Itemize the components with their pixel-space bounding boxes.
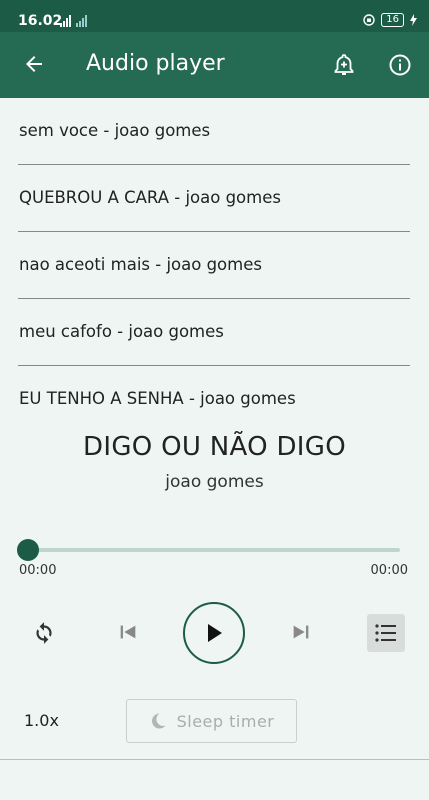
repeat-icon[interactable] (31, 620, 57, 646)
queue-button[interactable] (367, 614, 405, 652)
playlist-item[interactable]: sem voce - joao gomes (18, 98, 410, 165)
sleep-timer-label: Sleep timer (176, 711, 275, 731)
app-bar: Audio player (0, 32, 429, 98)
skip-previous-icon[interactable] (117, 621, 139, 643)
seek-thumb[interactable] (17, 539, 39, 561)
seek-bar[interactable] (28, 548, 400, 552)
current-time: 00:00 (19, 563, 57, 578)
page-title: Audio player (86, 51, 225, 76)
skip-next-icon[interactable] (290, 621, 312, 643)
playback-speed[interactable]: 1.0x (24, 711, 59, 730)
play-button[interactable] (183, 602, 245, 664)
playlist-item[interactable]: meu cafofo - joao gomes (18, 299, 410, 366)
divider (0, 759, 429, 760)
now-playing-title: DIGO OU NÃO DIGO (83, 432, 346, 462)
playlist-item[interactable]: EU TENHO A SENHA - joao gomes (18, 366, 410, 432)
playlist-item[interactable]: QUEBROU A CARA - joao gomes (18, 165, 410, 232)
signal-icon (60, 15, 90, 31)
play-icon (208, 624, 222, 642)
list-icon (375, 624, 396, 642)
status-time: 16.02 (18, 13, 63, 29)
now-playing-artist: joao gomes (165, 472, 264, 492)
sleep-timer-button[interactable]: Sleep timer (126, 699, 297, 743)
total-time: 00:00 (370, 563, 408, 578)
arrow-left-icon[interactable] (22, 52, 46, 76)
bell-plus-icon[interactable] (332, 53, 356, 77)
moon-icon (151, 713, 166, 729)
alarm-icon (363, 14, 375, 26)
playlist: sem voce - joao gomes QUEBROU A CARA - j… (18, 98, 410, 432)
info-icon[interactable] (388, 53, 412, 77)
battery-indicator: 16 (381, 13, 404, 27)
charging-icon (410, 14, 417, 26)
playlist-item[interactable]: nao aceoti mais - joao gomes (18, 232, 410, 299)
status-bar: 16.02 16 (0, 0, 429, 32)
status-right: 16 (363, 13, 417, 27)
